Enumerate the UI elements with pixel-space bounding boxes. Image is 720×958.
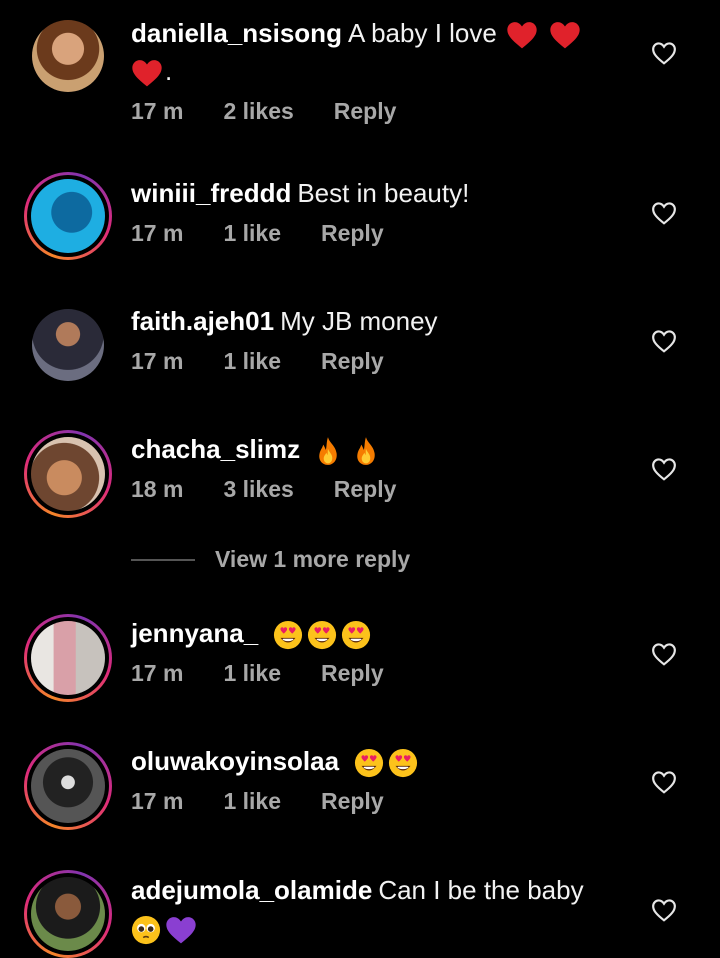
comment-body: Can I be the baby (378, 875, 584, 905)
divider (131, 558, 195, 561)
heart-eyes-emoji (341, 620, 371, 650)
red-heart-emoji (131, 58, 163, 88)
timestamp: 17 m (131, 660, 184, 686)
username[interactable]: adejumola_olamide (131, 875, 372, 905)
heart-eyes-emoji (273, 620, 303, 650)
heart-eyes-emoji (388, 748, 418, 778)
comment-text: oluwakoyinsolaa (131, 742, 601, 780)
comment-body: My JB money (280, 306, 438, 336)
pleading-face-emoji (131, 915, 161, 945)
comment-meta: 17 m 1 like Reply (131, 660, 601, 687)
avatar[interactable] (24, 12, 112, 100)
like-count[interactable]: 1 like (223, 788, 281, 815)
timestamp: 17 m (131, 788, 184, 814)
timestamp: 17 m (131, 348, 184, 374)
comment-text: chacha_slimz (131, 430, 601, 468)
heart-outline-icon[interactable] (651, 898, 677, 922)
comment-text: jennyana_ (131, 614, 601, 652)
heart-outline-icon[interactable] (651, 770, 677, 794)
reply-button[interactable]: Reply (321, 660, 384, 687)
reply-button[interactable]: Reply (321, 348, 384, 375)
comment-meta: 17 m 1 like Reply (131, 788, 601, 815)
like-count[interactable]: 2 likes (223, 98, 293, 125)
heart-outline-icon[interactable] (651, 41, 677, 65)
avatar[interactable] (24, 742, 112, 830)
view-more-label[interactable]: View 1 more reply (215, 546, 410, 573)
heart-outline-icon[interactable] (651, 201, 677, 225)
username[interactable]: winiii_freddd (131, 178, 291, 208)
timestamp: 17 m (131, 220, 184, 246)
timestamp: 18 m (131, 476, 184, 502)
view-more-replies[interactable]: View 1 more reply (131, 546, 410, 573)
username[interactable]: daniella_nsisong (131, 18, 342, 48)
avatar[interactable] (24, 870, 112, 958)
like-count[interactable]: 3 likes (223, 476, 293, 503)
reply-button[interactable]: Reply (334, 98, 397, 125)
red-heart-emoji (549, 20, 581, 50)
username[interactable]: faith.ajeh01 (131, 306, 274, 336)
heart-outline-icon[interactable] (651, 457, 677, 481)
username[interactable]: jennyana_ (131, 618, 258, 648)
heart-eyes-emoji (354, 748, 384, 778)
avatar[interactable] (24, 614, 112, 702)
timestamp: 17 m (131, 98, 184, 124)
avatar[interactable] (24, 430, 112, 518)
like-count[interactable]: 1 like (223, 220, 281, 247)
fire-emoji (353, 436, 379, 466)
heart-outline-icon[interactable] (651, 642, 677, 666)
comment-text: faith.ajeh01 My JB money (131, 302, 601, 340)
comment-text: daniella_nsisong A baby I love . (131, 14, 601, 90)
avatar[interactable] (24, 172, 112, 260)
avatar[interactable] (24, 301, 112, 389)
username[interactable]: oluwakoyinsolaa (131, 746, 339, 776)
heart-outline-icon[interactable] (651, 329, 677, 353)
comment-text: winiii_freddd Best in beauty! (131, 174, 601, 212)
fire-emoji (315, 436, 341, 466)
comment-suffix: . (165, 56, 173, 86)
reply-button[interactable]: Reply (321, 220, 384, 247)
comment-body: Best in beauty! (297, 178, 470, 208)
like-count[interactable]: 1 like (223, 348, 281, 375)
like-count[interactable]: 1 like (223, 660, 281, 687)
username[interactable]: chacha_slimz (131, 434, 300, 464)
comment-meta: 17 m 1 like Reply (131, 220, 601, 247)
comment-meta: 17 m 2 likes Reply (131, 98, 601, 125)
red-heart-emoji (506, 20, 538, 50)
comment-body: A baby I love (347, 18, 497, 48)
reply-button[interactable]: Reply (334, 476, 397, 503)
comment-meta: 17 m 1 like Reply (131, 348, 601, 375)
comment-meta: 18 m 3 likes Reply (131, 476, 601, 503)
heart-eyes-emoji (307, 620, 337, 650)
comment-text: adejumola_olamide Can I be the baby (131, 871, 601, 947)
reply-button[interactable]: Reply (321, 788, 384, 815)
purple-heart-emoji (165, 915, 197, 945)
